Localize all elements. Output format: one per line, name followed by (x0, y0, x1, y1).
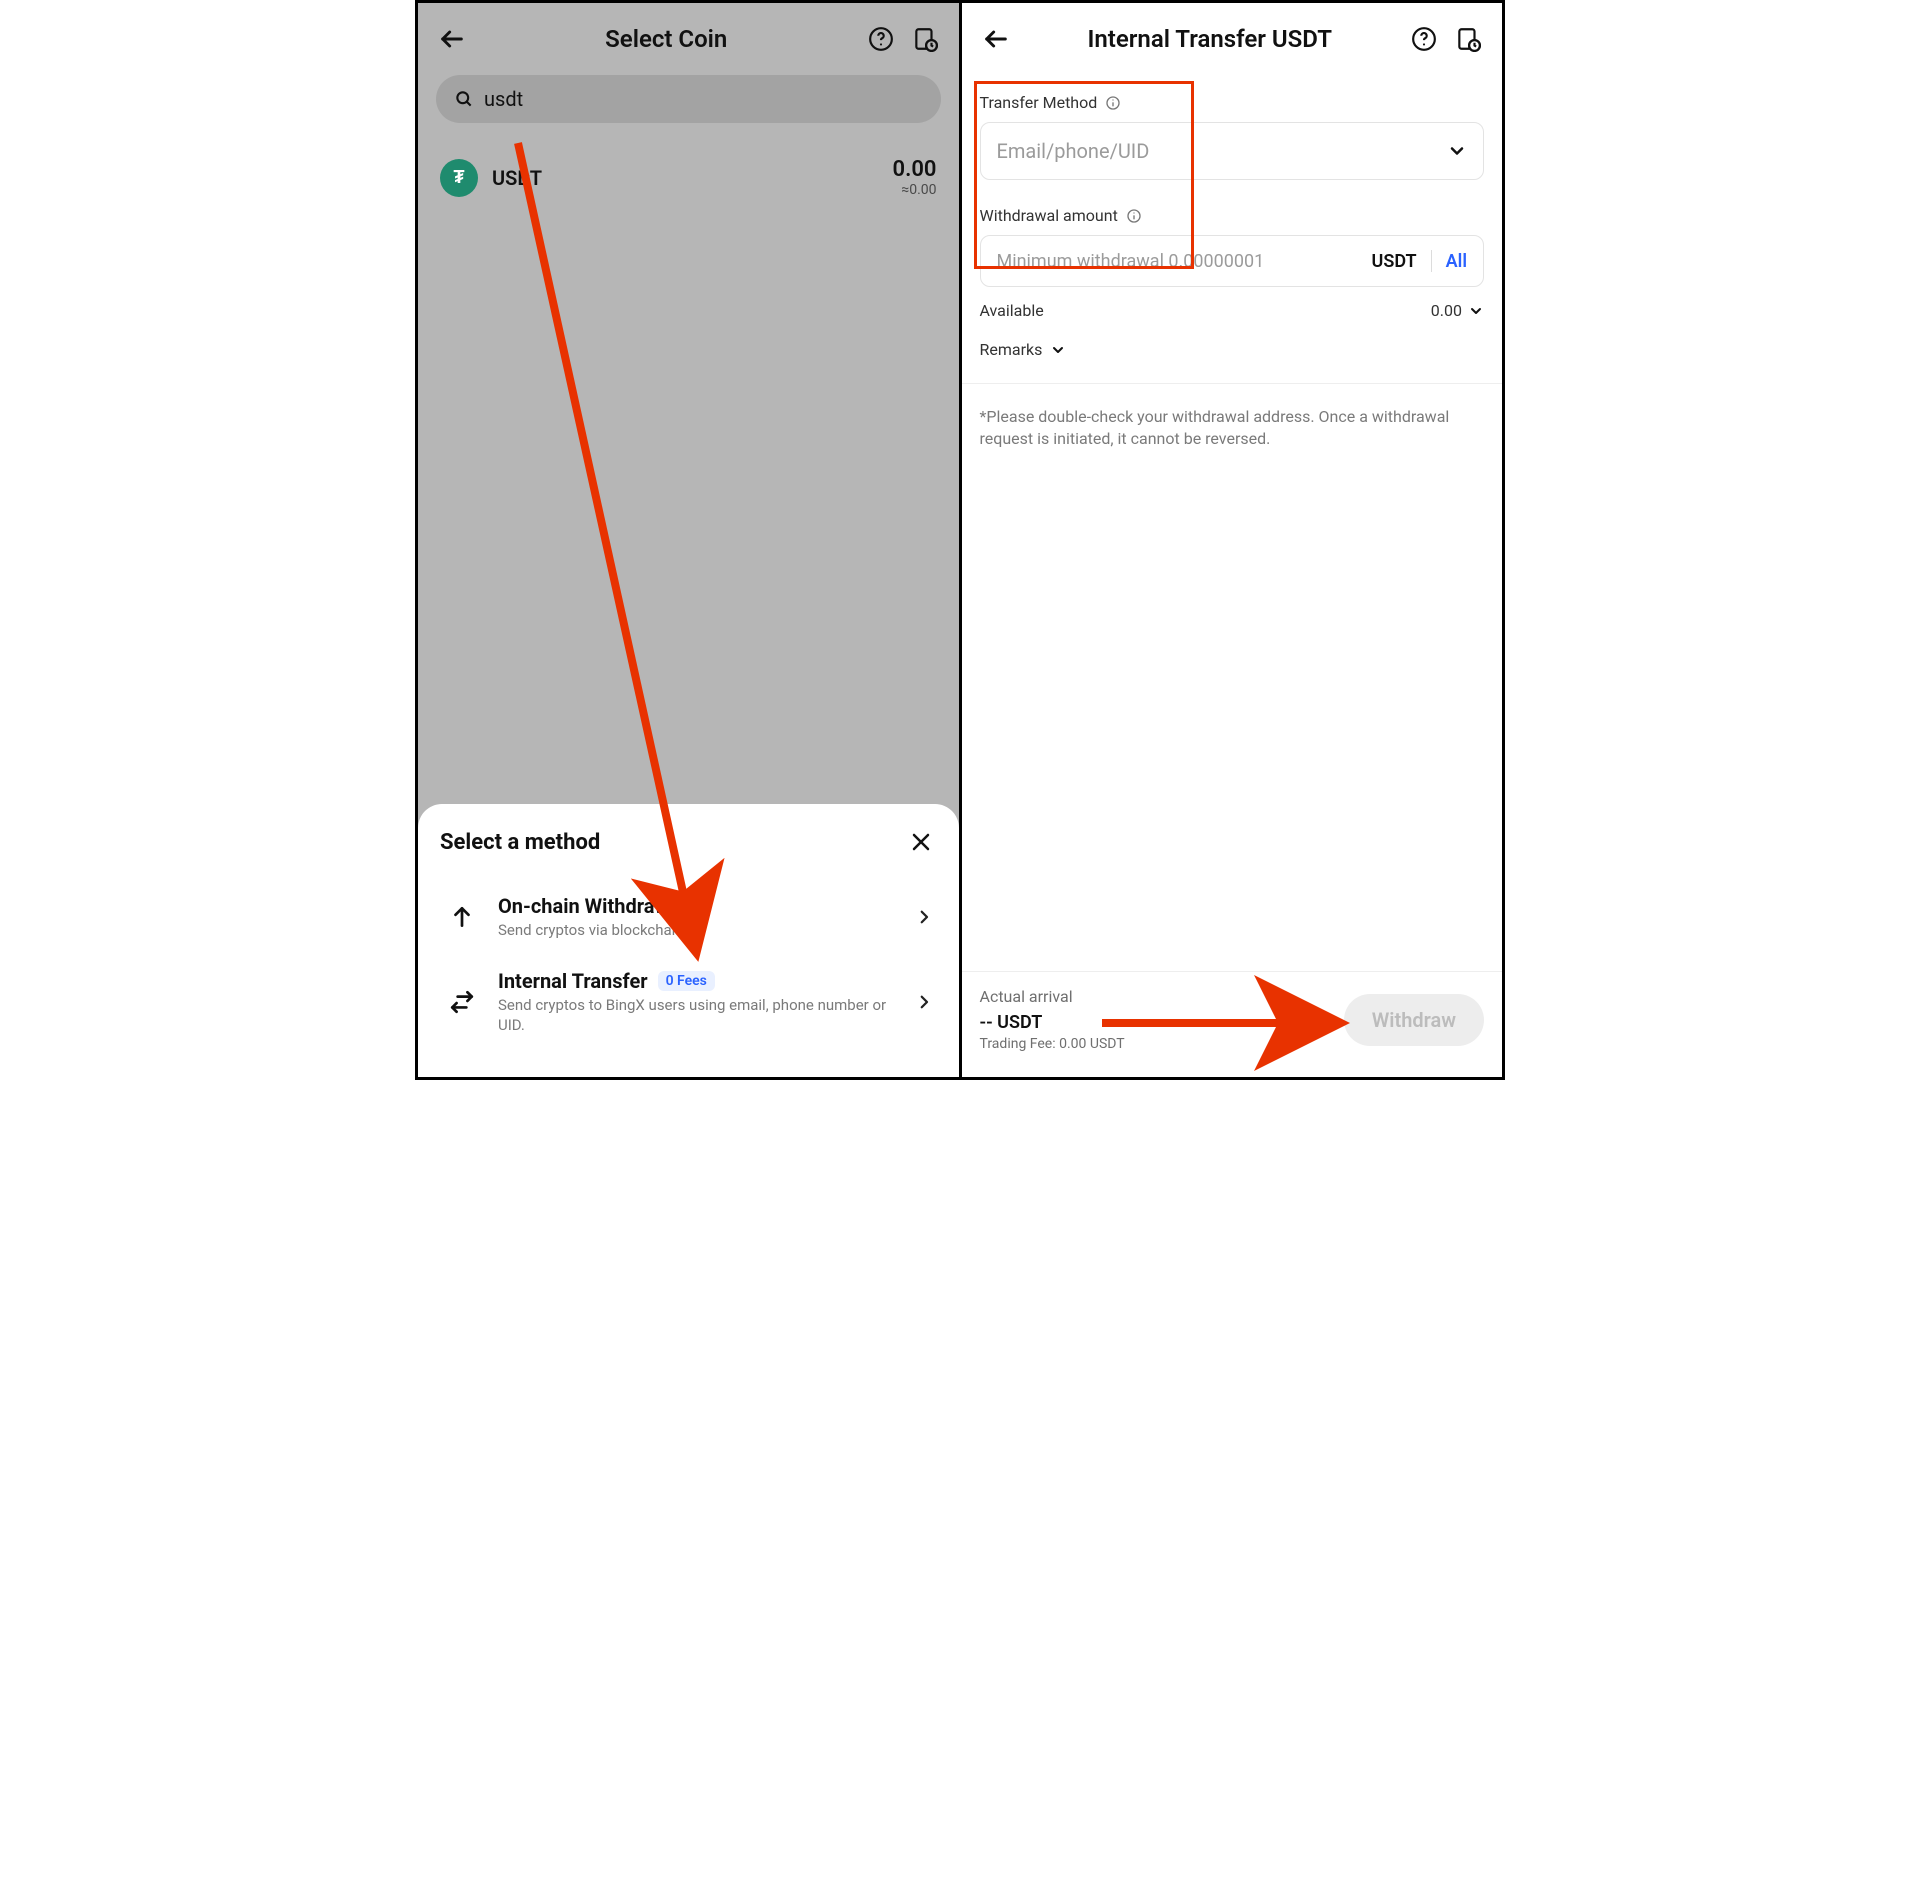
trading-fee-line: Trading Fee: 0.00 USDT (980, 1035, 1328, 1055)
method-text: Internal Transfer 0 Fees Send cryptos to… (498, 969, 897, 1036)
info-icon[interactable] (1126, 208, 1142, 224)
coin-symbol: USDT (492, 166, 542, 190)
method-internal-transfer[interactable]: Internal Transfer 0 Fees Send cryptos to… (440, 955, 937, 1050)
actual-arrival-label: Actual arrival (980, 986, 1328, 1008)
arrow-up-icon (444, 904, 480, 930)
label-text: Transfer Method (980, 93, 1098, 112)
available-label: Available (980, 301, 1044, 320)
search-icon (454, 89, 474, 109)
history-icon[interactable] (1452, 23, 1484, 55)
coin-balance: 0.00 ≈0.00 (893, 157, 937, 198)
warning-text: *Please double-check your withdrawal add… (980, 406, 1485, 451)
right-header: Internal Transfer USDT (962, 3, 1503, 75)
chevron-right-icon (915, 993, 933, 1011)
select-coin-screen: Select Coin ₮ USDT 0.00 ≈0.00 (418, 3, 959, 1077)
help-icon[interactable] (1408, 23, 1440, 55)
withdrawal-amount-label: Withdrawal amount (980, 206, 1485, 225)
sheet-title: Select a method (440, 830, 600, 855)
label-text: Withdrawal amount (980, 206, 1118, 225)
sheet-header: Select a method (440, 826, 937, 858)
available-row: Available 0.00 (980, 301, 1485, 320)
balance-sub: ≈0.00 (893, 182, 937, 198)
amount-all-button[interactable]: All (1446, 251, 1467, 272)
method-title-label: Internal Transfer (498, 969, 648, 993)
divider (962, 383, 1503, 384)
method-desc: Send cryptos to BingX users using email,… (498, 995, 897, 1036)
available-value: 0.00 (1431, 301, 1462, 320)
method-onchain[interactable]: On-chain Withdrawal Send cryptos via blo… (440, 880, 937, 954)
balance-amount: 0.00 (893, 157, 937, 182)
method-desc: Send cryptos via blockchains. (498, 920, 897, 940)
method-sheet: Select a method On-chain Withdrawal Send… (418, 804, 959, 1077)
page-title: Select Coin (480, 25, 853, 53)
search-box[interactable] (436, 75, 941, 123)
chevron-down-icon (1050, 342, 1066, 358)
history-icon[interactable] (909, 23, 941, 55)
amount-unit: USDT (1372, 251, 1417, 272)
chevron-right-icon (915, 908, 933, 926)
transfer-method-label: Transfer Method (980, 93, 1485, 112)
left-header: Select Coin (418, 3, 959, 75)
swap-icon (444, 989, 480, 1015)
method-text: On-chain Withdrawal Send cryptos via blo… (498, 894, 897, 940)
tether-icon: ₮ (440, 159, 478, 197)
page-title: Internal Transfer USDT (1024, 25, 1397, 53)
chevron-down-icon (1447, 141, 1467, 161)
transfer-method-field[interactable]: Email/phone/UID (980, 122, 1485, 180)
search-input[interactable] (484, 87, 923, 111)
coin-row-usdt[interactable]: ₮ USDT 0.00 ≈0.00 (418, 141, 959, 214)
back-icon[interactable] (436, 23, 468, 55)
footer-info: Actual arrival -- USDT Trading Fee: 0.00… (980, 986, 1328, 1055)
zero-fees-badge: 0 Fees (658, 971, 715, 991)
amount-placeholder: Minimum withdrawal 0.00000001 (997, 251, 1358, 272)
separator (1431, 250, 1432, 272)
help-icon[interactable] (865, 23, 897, 55)
footer: Actual arrival -- USDT Trading Fee: 0.00… (962, 971, 1503, 1077)
back-icon[interactable] (980, 23, 1012, 55)
chevron-down-icon (1468, 303, 1484, 319)
actual-arrival-amount: -- USDT (980, 1010, 1328, 1035)
info-icon[interactable] (1105, 95, 1121, 111)
app-stage: Select Coin ₮ USDT 0.00 ≈0.00 (415, 0, 1505, 1080)
withdrawal-amount-field[interactable]: Minimum withdrawal 0.00000001 USDT All (980, 235, 1485, 287)
field-placeholder: Email/phone/UID (997, 139, 1438, 163)
withdraw-button[interactable]: Withdraw (1344, 994, 1484, 1046)
close-icon[interactable] (905, 826, 937, 858)
remarks-label: Remarks (980, 340, 1043, 359)
remarks-row[interactable]: Remarks (980, 340, 1485, 359)
available-value-wrap[interactable]: 0.00 (1431, 301, 1484, 320)
form-area: Transfer Method Email/phone/UID Withdraw… (962, 93, 1503, 451)
internal-transfer-screen: Internal Transfer USDT Transfer Method E… (962, 3, 1503, 1077)
method-title-label: On-chain Withdrawal (498, 894, 685, 918)
